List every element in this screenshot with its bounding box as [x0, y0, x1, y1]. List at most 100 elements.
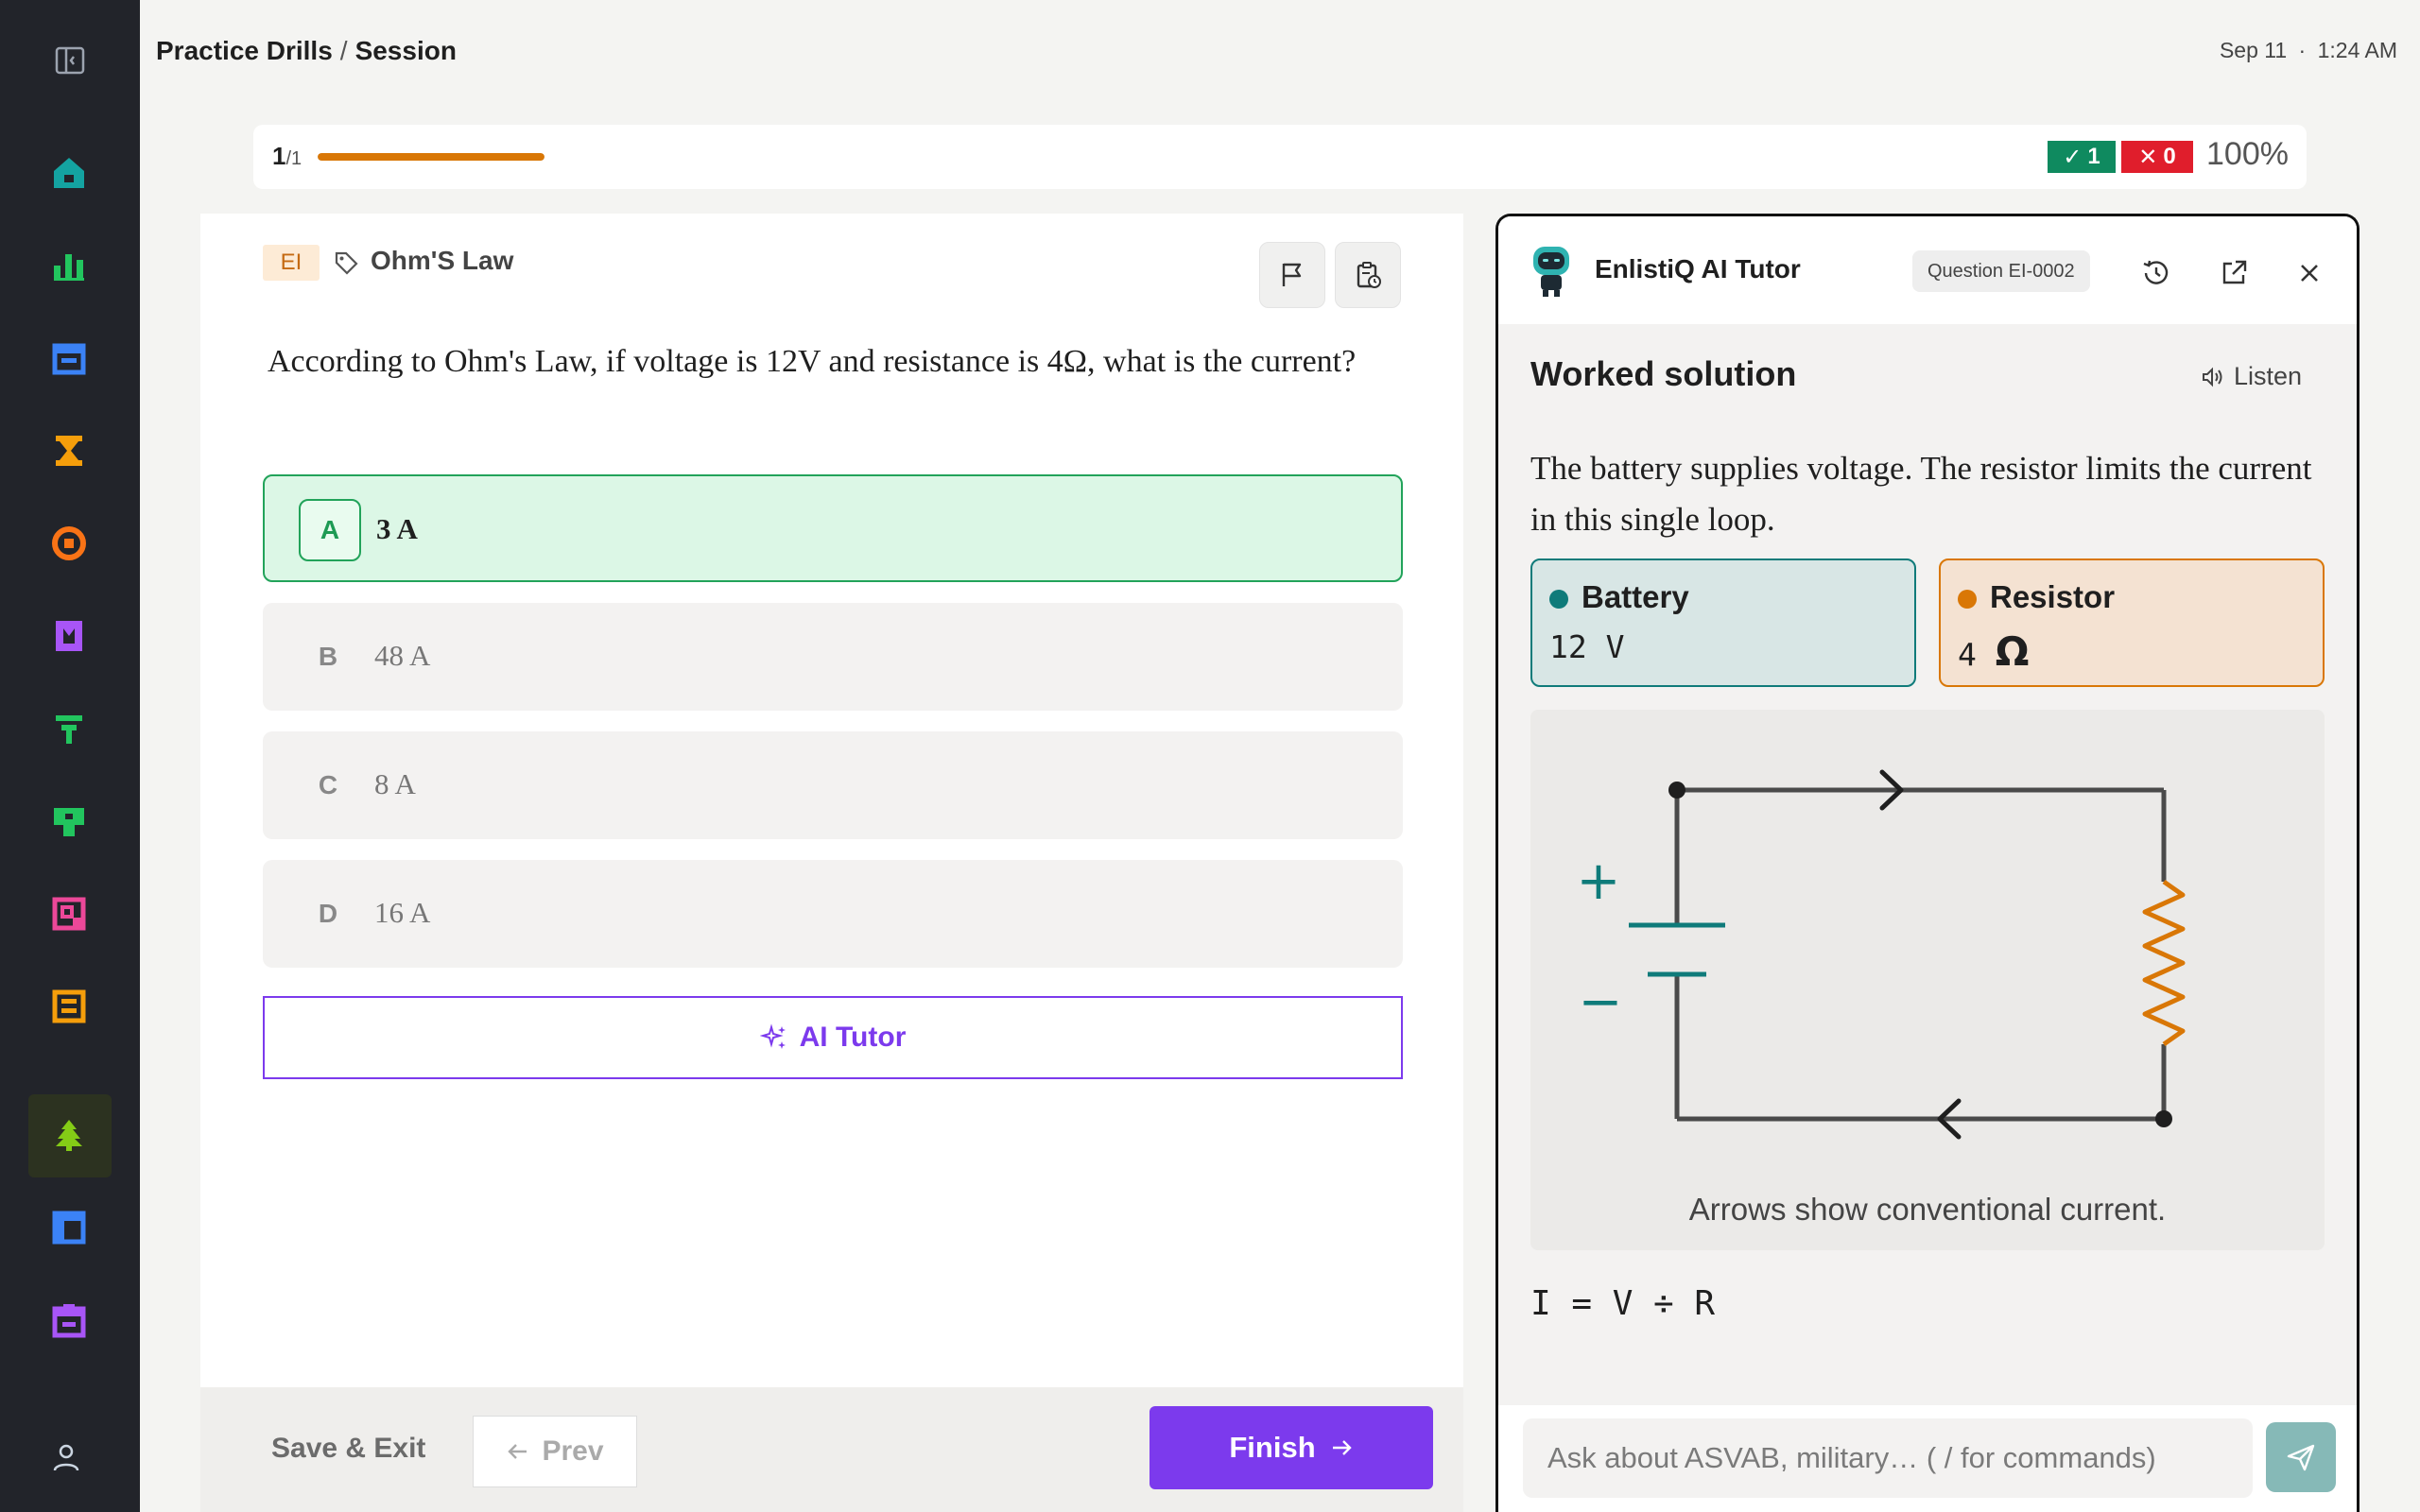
- circuit-caption: Arrows show conventional current.: [1688, 1192, 2167, 1227]
- speaker-icon: [2203, 367, 2222, 387]
- trophy-icon[interactable]: [47, 429, 91, 472]
- calendar-icon[interactable]: [47, 336, 91, 380]
- resistor-zigzag: [2142, 879, 2186, 1047]
- battery-label: Battery: [1582, 579, 1689, 614]
- resistor-value-unit: Ω: [1995, 628, 2030, 675]
- option-text: 3 A: [376, 512, 418, 545]
- datetime: Sep 11 · 1:24 AM: [2220, 38, 2397, 63]
- progress-card: 1/1 ✓ 1 ✕ 0 100%: [253, 125, 2307, 189]
- grid-icon[interactable]: [47, 985, 91, 1028]
- worked-solution-title: Worked solution: [1530, 354, 1797, 393]
- target-icon[interactable]: [47, 522, 91, 565]
- ai-tutor-panel: EnlistiQ AI Tutor Question EI-0002 Worke…: [1495, 214, 2360, 1512]
- correct-count: 1: [2087, 144, 2100, 169]
- node-bottom-right: [2155, 1110, 2172, 1127]
- sidebar-toggle-icon[interactable]: [53, 43, 87, 77]
- question-counter: 1/1: [272, 142, 302, 171]
- close-icon[interactable]: [2292, 256, 2326, 290]
- resistor-value: 4 Ω: [1958, 628, 2029, 675]
- sparkle-icon: [759, 1023, 786, 1049]
- check-icon: ✓: [2063, 144, 2083, 170]
- explanation-text: The battery supplies voltage. The resist…: [1530, 450, 2312, 538]
- option-text: 16 A: [374, 896, 431, 929]
- robot-avatar-icon: [1528, 243, 1575, 298]
- option-letter: C: [318, 770, 338, 799]
- tutor-input-bar: [1498, 1405, 2357, 1512]
- flag-icon: [1282, 263, 1302, 286]
- option-a[interactable]: A 3 A: [263, 474, 1403, 582]
- question-footer: Save & Exit Prev Finish: [200, 1387, 1463, 1512]
- date-separator: ·: [2298, 38, 2307, 62]
- tutor-header: EnlistiQ AI Tutor Question EI-0002: [1498, 216, 2357, 324]
- circuit-diagram: + − Arrows show conventional current.: [1530, 710, 2325, 1250]
- history-icon[interactable]: [2139, 256, 2173, 290]
- finish-label: Finish: [1229, 1431, 1316, 1464]
- user-profile-icon[interactable]: [49, 1440, 83, 1474]
- question-id-pill: Question EI-0002: [1912, 250, 2090, 292]
- resistor-dot: [1958, 590, 1977, 609]
- tutor-body: Worked solution Listen The battery suppl…: [1498, 324, 2357, 1405]
- document-icon[interactable]: [47, 892, 91, 936]
- current-question-number: 1: [272, 142, 286, 170]
- breadcrumb-page: Session: [354, 36, 457, 65]
- clipboard-timer-button[interactable]: [1335, 242, 1401, 308]
- tag-icon: [333, 249, 359, 276]
- breadcrumb-separator: /: [339, 36, 348, 65]
- question-card: EI Ohm'S Law According to Ohm's Law, if …: [200, 214, 1463, 1512]
- score-percent: 100%: [2206, 136, 2289, 172]
- progress-bar-fill: [318, 153, 544, 161]
- option-letter: B: [318, 642, 338, 671]
- listen-label: Listen: [2234, 362, 2303, 390]
- battery-card: Battery 12 V: [1530, 558, 1916, 687]
- node-top-left: [1668, 782, 1685, 799]
- battery-value: 12 V: [1549, 628, 1625, 665]
- shield-icon[interactable]: [47, 799, 91, 843]
- flag-button[interactable]: [1259, 242, 1325, 308]
- option-letter: D: [318, 899, 338, 928]
- prev-button[interactable]: Prev: [473, 1416, 637, 1487]
- battery-plus-sign: +: [1577, 850, 1621, 912]
- clipboard-clock-icon: [1357, 262, 1381, 288]
- category-tag: EI: [263, 245, 320, 281]
- ask-tutor-input[interactable]: [1523, 1418, 2253, 1498]
- progress-bar: [318, 153, 544, 161]
- listen-button[interactable]: Listen: [2200, 362, 2302, 391]
- question-text: According to Ohm's Law, if voltage is 12…: [268, 344, 1357, 379]
- send-icon: [2287, 1444, 2315, 1471]
- resistor-value-number: 4: [1958, 636, 1977, 673]
- send-button[interactable]: [2266, 1422, 2336, 1492]
- total-questions: /1: [285, 148, 302, 169]
- ai-tutor-label: AI Tutor: [799, 1022, 907, 1053]
- arrow-up-icon[interactable]: [47, 707, 91, 750]
- date-text: Sep 11: [2219, 38, 2288, 62]
- option-text: 8 A: [374, 767, 416, 800]
- correct-count-badge: ✓ 1: [2048, 141, 2116, 173]
- resistor-card: Resistor 4 Ω: [1939, 558, 2325, 687]
- resistor-label: Resistor: [1990, 579, 2116, 614]
- battery-dot: [1549, 590, 1568, 609]
- save-exit-button[interactable]: Save & Exit: [271, 1433, 425, 1465]
- top-header: Practice Drills / Session Sep 11 · 1:24 AM: [140, 0, 2420, 106]
- arrow-left-icon: [508, 1444, 527, 1459]
- book-icon[interactable]: [47, 614, 91, 658]
- breadcrumb-section[interactable]: Practice Drills: [156, 36, 333, 65]
- time-text: 1:24 AM: [2317, 38, 2397, 62]
- arrow-right-icon: [1332, 1440, 1352, 1455]
- battery-minus-sign: −: [1579, 971, 1623, 1033]
- option-d[interactable]: D 16 A: [263, 860, 1403, 968]
- x-icon: ✕: [2138, 144, 2158, 170]
- external-link-icon[interactable]: [2217, 256, 2251, 290]
- formula-text: I = V ÷ R: [1530, 1284, 1716, 1323]
- option-b[interactable]: B 48 A: [263, 603, 1403, 711]
- stats-icon[interactable]: [47, 244, 91, 287]
- box-icon[interactable]: [47, 1298, 91, 1342]
- home-icon[interactable]: [47, 151, 91, 195]
- finish-button[interactable]: Finish: [1150, 1406, 1433, 1489]
- sidebar: [0, 0, 140, 1512]
- ai-tutor-button[interactable]: AI Tutor: [263, 996, 1403, 1079]
- tree-icon[interactable]: [47, 1113, 91, 1157]
- option-letter: A: [299, 499, 361, 561]
- layout-icon[interactable]: [47, 1206, 91, 1249]
- topic-label: Ohm'S Law: [371, 246, 514, 275]
- option-c[interactable]: C 8 A: [263, 731, 1403, 839]
